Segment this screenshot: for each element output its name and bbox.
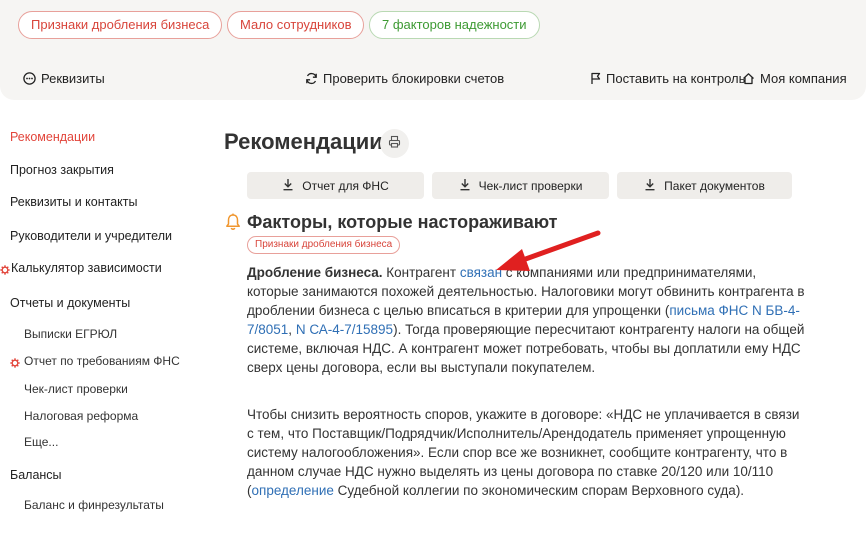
sidebar-item-balances[interactable]: Балансы [10, 468, 62, 482]
download-icon [282, 178, 294, 194]
gear-icon [10, 355, 20, 373]
tag-business-split[interactable]: Признаки дробления бизнеса [18, 11, 223, 39]
monitor-label: Поставить на контроль [606, 71, 746, 86]
header-bar: Признаки дробления бизнеса Мало сотрудни… [0, 0, 866, 100]
print-button[interactable] [380, 129, 409, 158]
checklist-button[interactable]: Чек-лист проверки [432, 172, 609, 199]
sidebar-item-reports-documents[interactable]: Отчеты и документы [10, 296, 130, 310]
page-title: Рекомендации [224, 129, 383, 154]
home-icon [742, 72, 755, 85]
tag-few-employees[interactable]: Мало сотрудников [227, 11, 365, 39]
link-fns-letter-2[interactable]: N СА-4-7/15895 [296, 322, 393, 337]
my-company-label: Моя компания [760, 71, 847, 86]
docs-pack-label: Пакет документов [664, 178, 765, 193]
check-blocks-label: Проверить блокировки счетов [323, 71, 505, 86]
sidebar-item-checklist[interactable]: Чек-лист проверки [24, 382, 128, 396]
paragraph-text: Судебной коллегии по экономическим спора… [333, 483, 745, 498]
dots-circle-icon [23, 72, 36, 85]
monitor-button[interactable]: Поставить на контроль [590, 71, 745, 86]
tag-reliability-factors[interactable]: 7 факторов надежности [369, 11, 540, 39]
sidebar-item-more[interactable]: Еще... [24, 435, 58, 449]
fns-report-label: Отчет для ФНС [302, 178, 389, 193]
fns-report-button[interactable]: Отчет для ФНС [247, 172, 424, 199]
docs-pack-button[interactable]: Пакет документов [617, 172, 792, 199]
sidebar-item-recommendations[interactable]: Рекомендации [10, 130, 95, 144]
my-company-button[interactable]: Моя компания [742, 71, 847, 86]
refresh-icon [305, 72, 318, 85]
bell-icon [225, 213, 241, 236]
link-court-ruling[interactable]: определение [252, 483, 334, 498]
paragraph-business-split: Дробление бизнеса. Контрагент связан с к… [247, 263, 807, 377]
sidebar-item-fns-requirements-report[interactable]: Отчет по требованиям ФНС [24, 354, 180, 368]
sidebar-item-balance-financial-results[interactable]: Баланс и финрезультаты [24, 498, 164, 512]
checklist-label: Чек-лист проверки [478, 178, 583, 193]
requisites-button[interactable]: Реквизиты [23, 71, 105, 86]
paragraph-recommendation: Чтобы снизить вероятность споров, укажит… [247, 405, 807, 500]
download-icon [459, 178, 471, 194]
check-blocks-button[interactable]: Проверить блокировки счетов [305, 71, 504, 86]
sidebar-item-managers-founders[interactable]: Руководители и учредители [10, 229, 172, 243]
paragraph-lead: Дробление бизнеса. [247, 265, 383, 280]
sidebar-item-requisites-contacts[interactable]: Реквизиты и контакты [10, 195, 138, 209]
paragraph-text: , [288, 322, 296, 337]
paragraph-text: Контрагент [382, 265, 460, 280]
download-icon [644, 178, 656, 194]
section-tag[interactable]: Признаки дробления бизнеса [247, 236, 401, 254]
sidebar-item-dependency-calculator[interactable]: Калькулятор зависимости [11, 261, 162, 275]
sidebar-item-egrul-extracts[interactable]: Выписки ЕГРЮЛ [24, 327, 117, 341]
flag-icon [590, 72, 601, 85]
sidebar-item-tax-reform[interactable]: Налоговая реформа [24, 409, 138, 423]
requisites-label: Реквизиты [41, 71, 105, 86]
print-icon [388, 135, 401, 153]
sidebar-item-closure-forecast[interactable]: Прогноз закрытия [10, 163, 114, 177]
section-title: Факторы, которые настораживают [247, 212, 558, 232]
link-related[interactable]: связан [460, 265, 502, 280]
gear-icon [0, 262, 10, 280]
